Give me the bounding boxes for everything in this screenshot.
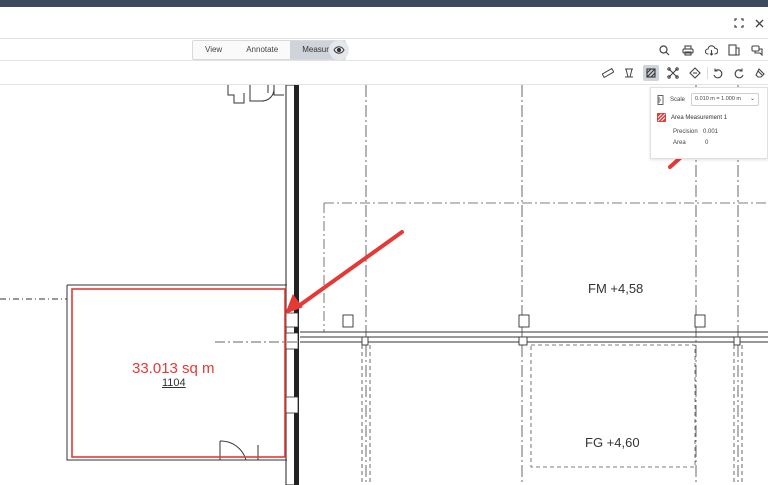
compare-icon[interactable]: [727, 43, 741, 57]
area-label: Area: [673, 140, 686, 146]
beam: [300, 331, 768, 343]
polyline-icon[interactable]: [621, 65, 637, 81]
search-icon[interactable]: [657, 43, 671, 57]
mode-tabs: View Annotate Measure: [192, 40, 347, 60]
scale-label: Scale: [670, 97, 686, 103]
cloud-download-icon[interactable]: [704, 43, 718, 57]
zone-fm-outline: [323, 202, 768, 332]
app-header-strip: [0, 0, 768, 7]
tab-view[interactable]: View: [193, 41, 234, 59]
redo-icon[interactable]: [731, 65, 747, 81]
undo-icon[interactable]: [709, 65, 725, 81]
chevron-down-icon: ⌄: [749, 96, 755, 102]
scale-row: Scale: [657, 95, 685, 105]
print-icon[interactable]: [681, 43, 695, 57]
eye-icon[interactable]: [329, 40, 349, 60]
viewer-titlebar: [0, 7, 768, 39]
calibrate-icon[interactable]: [687, 65, 703, 81]
measurement-title: Area Measurement 1: [671, 114, 728, 121]
precision-label: Precision: [673, 129, 698, 135]
mode-bar: View Annotate Measure: [0, 39, 768, 61]
close-icon[interactable]: [751, 15, 767, 31]
area-measurement-icon: [657, 113, 666, 122]
main-wall: [285, 85, 296, 485]
lower-dashes: [361, 345, 743, 485]
room-walls: [227, 85, 284, 104]
level-fm-label: FM +4,58: [588, 281, 644, 296]
precision-value: 0.001: [703, 129, 719, 135]
scale-icon: [657, 95, 664, 105]
area-row: Area 0: [673, 140, 708, 146]
toolbar-divider: [707, 67, 708, 79]
measurement-panel: Scale 0.010 m = 1.000 m ⌄ Area Measureme…: [650, 87, 768, 159]
column-markers: [342, 314, 741, 346]
scale-value: 0.010 m = 1.000 m: [695, 96, 742, 102]
comments-icon[interactable]: [750, 43, 764, 57]
main-wall-fill: [294, 85, 299, 485]
scale-select[interactable]: 0.010 m = 1.000 m ⌄: [691, 93, 759, 106]
area-value: 0: [705, 140, 709, 146]
ruler-icon[interactable]: [600, 65, 616, 81]
measure-toolbar: [0, 61, 768, 85]
area-measurement-label: 33.013 sq m: [132, 360, 215, 377]
tab-annotate[interactable]: Annotate: [234, 41, 290, 59]
fullscreen-icon[interactable]: [731, 15, 747, 31]
measurement-item[interactable]: Area Measurement 1: [657, 113, 727, 122]
level-fg-label: FG +4,60: [585, 435, 640, 450]
room-number-label: 1104: [162, 377, 186, 389]
area-icon[interactable]: [643, 65, 659, 81]
perimeter-icon[interactable]: [665, 65, 681, 81]
precision-row: Precision 0.001: [673, 129, 718, 135]
eraser-icon[interactable]: [752, 65, 768, 81]
